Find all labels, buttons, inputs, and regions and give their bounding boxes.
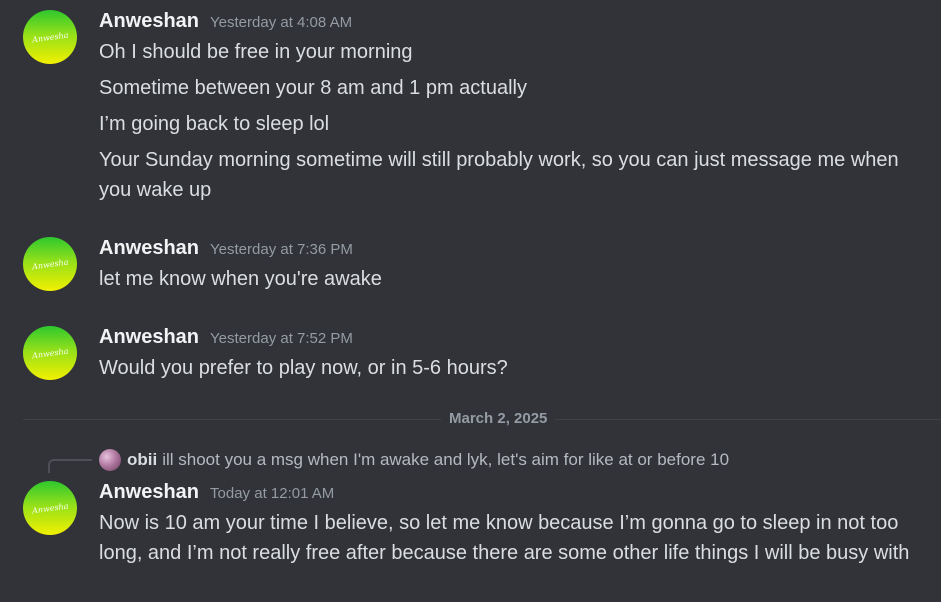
message-text: I’m going back to sleep lol [99,113,330,135]
username[interactable]: Anweshan [99,326,199,349]
message-header: Anweshan Yesterday at 7:52 PM [99,326,353,349]
avatar[interactable]: Anwesha [23,326,77,380]
reply-avatar[interactable] [99,449,121,471]
message-text: Would you prefer to play now, or in 5-6 … [99,357,508,379]
timestamp[interactable]: Yesterday at 7:52 PM [210,330,353,347]
avatar-signature: Anwesha [31,501,69,515]
avatar-signature: Anwesha [31,257,69,271]
reply-username[interactable]: obii [127,450,157,470]
avatar[interactable]: Anwesha [23,237,77,291]
message-header: Anweshan Today at 12:01 AM [99,481,334,504]
reply-preview[interactable]: obii ill shoot you a msg when I'm awake … [99,449,729,471]
avatar[interactable]: Anwesha [23,10,77,64]
username[interactable]: Anweshan [99,10,199,33]
message-text: let me know when you're awake [99,268,382,290]
avatar-signature: Anwesha [31,346,69,360]
username[interactable]: Anweshan [99,237,199,260]
date-divider: March 2, 2025 [441,409,556,429]
avatar-signature: Anwesha [31,30,69,44]
timestamp[interactable]: Today at 12:01 AM [210,485,334,502]
message-header: Anweshan Yesterday at 7:36 PM [99,237,353,260]
message-text: Sometime between your 8 am and 1 pm actu… [99,77,527,99]
message-text: Now is 10 am your time I believe, so let… [99,512,910,564]
message-text: Oh I should be free in your morning [99,41,413,63]
avatar[interactable]: Anwesha [23,481,77,535]
timestamp[interactable]: Yesterday at 4:08 AM [210,14,352,31]
message-text: Your Sunday morning sometime will still … [99,149,899,201]
reply-spine [48,459,92,473]
username[interactable]: Anweshan [99,481,199,504]
chat-messages: Anwesha Anweshan Yesterday at 4:08 AM Oh… [0,0,941,602]
reply-text[interactable]: ill shoot you a msg when I'm awake and l… [162,450,729,470]
message-header: Anweshan Yesterday at 4:08 AM [99,10,352,33]
timestamp[interactable]: Yesterday at 7:36 PM [210,241,353,258]
